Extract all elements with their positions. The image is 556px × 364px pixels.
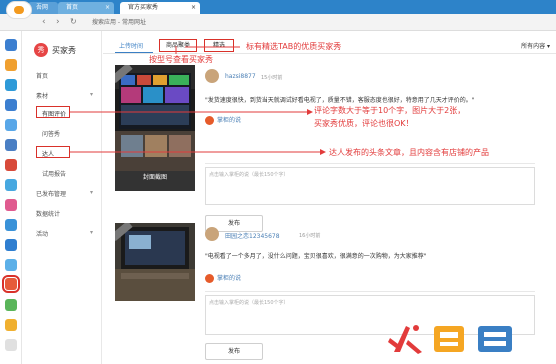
watermark-text: 鲤鱼 — [388, 318, 390, 319]
annotation-lines — [70, 46, 326, 155]
arrow-icon — [307, 109, 313, 115]
arrow-icon — [320, 149, 326, 155]
watermark-logo: 鲤鱼 — [388, 318, 548, 358]
logo-icon[interactable] — [6, 1, 32, 19]
